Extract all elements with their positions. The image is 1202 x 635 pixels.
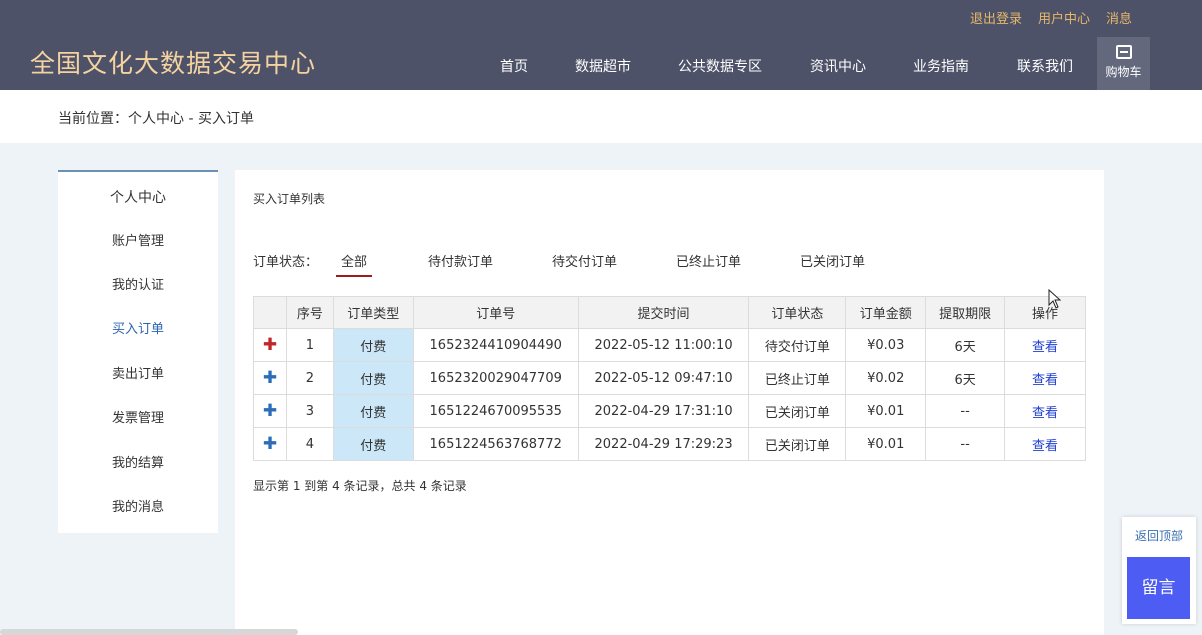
orders-panel: 买入订单列表 订单状态： 全部 待付款订单 待交付订单 已终止订单 已关闭订单 …: [235, 170, 1104, 635]
table-summary: 显示第 1 到第 4 条记录，总共 4 条记录: [253, 479, 467, 493]
orders-table: 序号 订单类型 订单号 提交时间 订单状态 订单金额 提取期限 操作 ✚ 1 付…: [253, 296, 1086, 461]
row-type: 付费: [332, 394, 414, 428]
view-order-link[interactable]: 查看: [1032, 340, 1058, 355]
back-to-top-button[interactable]: 返回顶部: [1122, 527, 1196, 544]
leave-message-button[interactable]: 留言: [1127, 557, 1190, 619]
expand-plus-icon[interactable]: ✚: [263, 368, 277, 388]
row-time: 2022-04-29 17:29:23: [577, 427, 750, 461]
col-order-id[interactable]: 订单号: [412, 296, 579, 329]
row-order-id: 1651224563768772: [412, 427, 579, 461]
row-term: 6天: [925, 328, 1006, 362]
sidebar-item-sell-orders[interactable]: 卖出订单: [58, 363, 218, 382]
nav-guide[interactable]: 业务指南: [913, 56, 969, 76]
cart-button[interactable]: 购物车: [1097, 37, 1150, 90]
row-no: 2: [285, 361, 334, 395]
user-center-link[interactable]: 用户中心: [1038, 8, 1090, 27]
expand-plus-icon[interactable]: ✚: [263, 335, 277, 355]
row-time: 2022-04-29 17:31:10: [577, 394, 750, 428]
cart-icon: [1115, 45, 1132, 59]
row-action-cell: 查看: [1004, 394, 1086, 428]
main-nav: 首页 数据超市 公共数据专区 资讯中心 业务指南 联系我们: [0, 56, 1202, 76]
row-status: 待交付订单: [748, 328, 847, 362]
col-type[interactable]: 订单类型: [332, 296, 414, 329]
view-order-link[interactable]: 查看: [1032, 373, 1058, 388]
row-amount: ¥0.01: [845, 427, 927, 461]
row-no: 4: [285, 427, 334, 461]
row-time: 2022-05-12 11:00:10: [577, 328, 750, 362]
row-type: 付费: [332, 361, 414, 395]
row-term: 6天: [925, 361, 1006, 395]
col-status[interactable]: 订单状态: [748, 296, 847, 329]
table-row: ✚ 1 付费 1652324410904490 2022-05-12 11:00…: [253, 328, 1086, 362]
status-filter-label: 订单状态：: [253, 255, 319, 270]
col-term[interactable]: 提取期限: [925, 296, 1006, 329]
view-order-link[interactable]: 查看: [1032, 439, 1058, 454]
row-amount: ¥0.01: [845, 394, 927, 428]
cart-label: 购物车: [1105, 65, 1142, 79]
row-amount: ¥0.02: [845, 361, 927, 395]
row-action-cell: 查看: [1004, 328, 1086, 362]
tab-all[interactable]: 全部: [336, 251, 372, 277]
table-row: ✚ 4 付费 1651224563768772 2022-04-29 17:29…: [253, 427, 1086, 461]
row-time: 2022-05-12 09:47:10: [577, 361, 750, 395]
row-action-cell: 查看: [1004, 361, 1086, 395]
expand-cell[interactable]: ✚: [253, 328, 287, 362]
floating-widget: 返回顶部 留言: [1122, 517, 1196, 624]
table-row: ✚ 3 付费 1651224670095535 2022-04-29 17:31…: [253, 394, 1086, 428]
horizontal-scrollbar[interactable]: [0, 629, 298, 635]
col-expand: [253, 296, 287, 329]
panel-title: 买入订单列表: [253, 192, 326, 206]
row-type: 付费: [332, 427, 414, 461]
col-amount[interactable]: 订单金额: [845, 296, 927, 329]
row-status: 已关闭订单: [748, 394, 847, 428]
tab-closed[interactable]: 已关闭订单: [800, 251, 865, 270]
nav-public-data[interactable]: 公共数据专区: [678, 56, 762, 76]
row-term: --: [925, 427, 1006, 461]
nav-home[interactable]: 首页: [500, 56, 528, 76]
col-no[interactable]: 序号: [285, 296, 334, 329]
logout-link[interactable]: 退出登录: [970, 8, 1022, 27]
row-amount: ¥0.03: [845, 328, 927, 362]
site-header: 退出登录 用户中心 消息 全国文化大数据交易中心 首页 数据超市 公共数据专区 …: [0, 0, 1202, 90]
nav-news[interactable]: 资讯中心: [810, 56, 866, 76]
row-no: 3: [285, 394, 334, 428]
sidebar-item-settlement[interactable]: 我的结算: [58, 452, 218, 471]
row-status: 已关闭订单: [748, 427, 847, 461]
sidebar-item-verification[interactable]: 我的认证: [58, 274, 218, 293]
tab-terminated[interactable]: 已终止订单: [676, 251, 741, 270]
table-row: ✚ 2 付费 1652320029047709 2022-05-12 09:47…: [253, 361, 1086, 395]
sidebar-item-invoices[interactable]: 发票管理: [58, 407, 218, 426]
messages-link[interactable]: 消息: [1106, 8, 1132, 27]
expand-cell[interactable]: ✚: [253, 361, 287, 395]
col-action: 操作: [1004, 296, 1086, 329]
sidebar-item-buy-orders[interactable]: 买入订单: [58, 318, 218, 337]
breadcrumb: 当前位置：个人中心 - 买入订单: [58, 111, 254, 127]
table-header-row: 序号 订单类型 订单号 提交时间 订单状态 订单金额 提取期限 操作: [253, 296, 1086, 329]
expand-plus-icon[interactable]: ✚: [263, 434, 277, 454]
nav-data-market[interactable]: 数据超市: [575, 56, 631, 76]
expand-cell[interactable]: ✚: [253, 394, 287, 428]
sidebar: 个人中心 账户管理 我的认证 买入订单 卖出订单 发票管理 我的结算 我的消息: [58, 170, 218, 533]
breadcrumb-bar: 当前位置：个人中心 - 买入订单: [0, 90, 1202, 143]
tab-pending-delivery[interactable]: 待交付订单: [552, 251, 617, 270]
row-order-id: 1651224670095535: [412, 394, 579, 428]
sidebar-item-account[interactable]: 账户管理: [58, 230, 218, 249]
col-time[interactable]: 提交时间: [577, 296, 750, 329]
view-order-link[interactable]: 查看: [1032, 406, 1058, 421]
row-order-id: 1652320029047709: [412, 361, 579, 395]
tab-pending-payment[interactable]: 待付款订单: [428, 251, 493, 270]
row-action-cell: 查看: [1004, 427, 1086, 461]
row-no: 1: [285, 328, 334, 362]
expand-cell[interactable]: ✚: [253, 427, 287, 461]
row-type: 付费: [332, 328, 414, 362]
expand-plus-icon[interactable]: ✚: [263, 401, 277, 421]
top-links: 退出登录 用户中心 消息: [970, 8, 1132, 27]
row-term: --: [925, 394, 1006, 428]
sidebar-title: 个人中心: [110, 190, 166, 206]
row-status: 已终止订单: [748, 361, 847, 395]
row-order-id: 1652324410904490: [412, 328, 579, 362]
sidebar-item-messages[interactable]: 我的消息: [58, 496, 218, 515]
nav-contact[interactable]: 联系我们: [1017, 56, 1073, 76]
